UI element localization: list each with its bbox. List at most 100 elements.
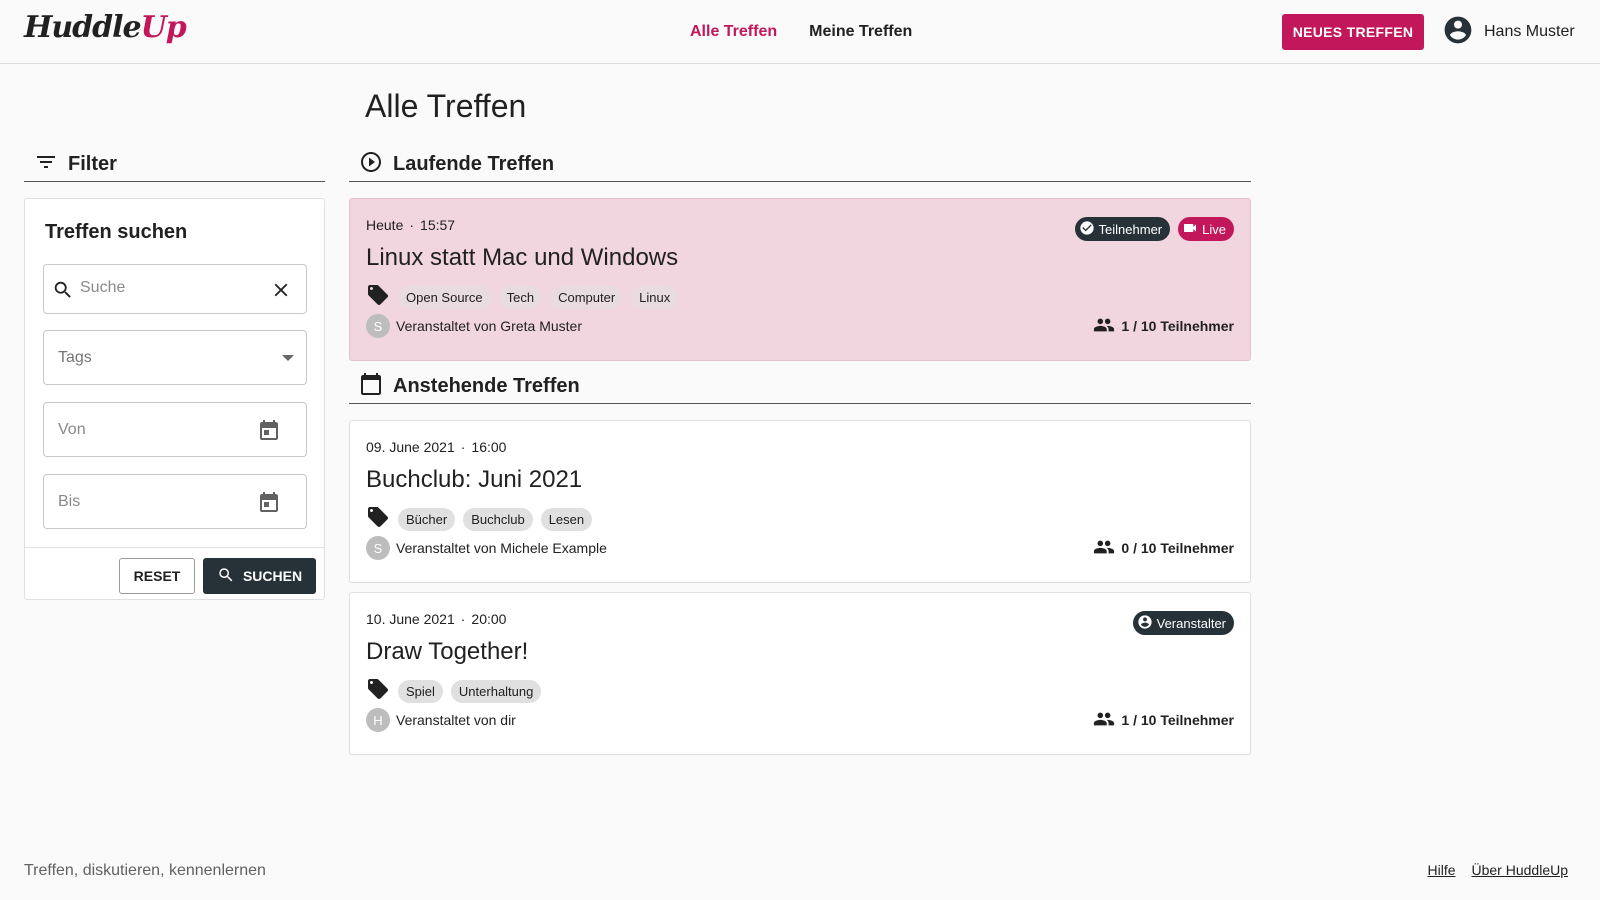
filter-card-title: Treffen suchen [45,221,188,243]
people-icon [1093,314,1115,339]
search-icon [217,566,235,587]
check-circle-icon [1079,220,1095,239]
participant-count: 1 / 10 Teilnehmer [1093,708,1234,732]
meeting-organizer: S Veranstaltet von Michele Example [366,536,607,560]
tag-chip[interactable]: Linux [631,286,679,309]
to-date-field[interactable] [43,474,307,529]
tags-placeholder: Tags [58,349,92,366]
main-nav: Alle Treffen Meine Treffen [690,0,912,64]
from-date-field[interactable] [43,402,307,457]
filter-list-icon [34,150,58,179]
logo-text-huddle: Huddle [24,10,142,45]
filter-actions: RESET SUCHEN [25,547,324,599]
participant-count-text: 0 / 10 Teilnehmer [1121,540,1234,556]
tag-icon [366,283,390,312]
search-field[interactable] [43,264,307,314]
meeting-title: Draw Together! [366,638,529,665]
organizer-text: Veranstaltet von dir [396,712,516,728]
filter-heading-label: Filter [68,153,117,175]
meeting-time: 16:00 [471,439,507,455]
logo[interactable]: HuddleUp [24,10,187,45]
meeting-tags: Open Source Tech Computer Linux [366,283,679,312]
calendar-icon[interactable] [257,491,281,520]
meeting-datetime: 10. June 2021 · 20:00 [366,611,507,627]
running-meetings-heading: Laufende Treffen [349,148,1251,182]
organizer-text: Veranstaltet von Greta Muster [396,318,582,334]
close-icon[interactable] [270,279,292,306]
tag-icon [366,677,390,706]
app-header: HuddleUp Alle Treffen Meine Treffen NEUE… [0,0,1600,64]
running-meetings-label: Laufende Treffen [393,153,555,175]
live-badge: Live [1178,217,1234,241]
chevron-down-icon [282,355,294,361]
tag-chip[interactable]: Spiel [398,680,443,703]
tag-chip[interactable]: Buchclub [463,508,533,531]
meeting-card[interactable]: 09. June 2021 · 16:00 Buchclub: Juni 2021 … [349,420,1251,583]
reset-button[interactable]: RESET [119,558,195,594]
tag-chip[interactable]: Lesen [540,508,593,531]
meeting-card[interactable]: Heute · 15:57 Teilnehmer Live Linux statt … [349,198,1251,361]
participant-badge: Teilnehmer [1074,217,1171,241]
participant-count-text: 1 / 10 Teilnehmer [1121,712,1234,728]
meeting-badges: Teilnehmer Live [1074,217,1234,241]
upcoming-meetings-label: Anstehende Treffen [393,375,580,397]
logo-text-up: Up [140,10,187,45]
meeting-title: Buchclub: Juni 2021 [366,466,583,493]
meeting-organizer: H Veranstaltet von dir [366,708,516,732]
tag-chip[interactable]: Unterhaltung [450,680,542,703]
footer-links: Hilfe Über HuddleUp [1427,862,1568,878]
tag-chip[interactable]: Open Source [398,286,491,309]
user-menu[interactable]: Hans Muster [1442,15,1575,49]
account-circle-icon [1442,14,1474,51]
footer-tagline: Treffen, diskutieren, kennenlernen [24,862,266,879]
search-icon [52,279,74,306]
search-button[interactable]: SUCHEN [203,558,316,594]
meeting-organizer: S Veranstaltet von Greta Muster [366,314,582,338]
new-meeting-button[interactable]: NEUES TREFFEN [1282,14,1424,50]
footer-link-about[interactable]: Über HuddleUp [1472,862,1569,878]
tag-icon [366,505,390,534]
search-button-label: SUCHEN [242,568,303,584]
live-badge-label: Live [1202,221,1226,237]
search-input[interactable] [80,279,250,297]
footer-link-help[interactable]: Hilfe [1427,862,1455,878]
participant-count: 1 / 10 Teilnehmer [1093,314,1234,338]
meeting-date: 10. June 2021 [366,611,455,627]
meeting-datetime: Heute · 15:57 [366,217,456,233]
tag-chip[interactable]: Bücher [398,508,456,531]
tag-chip[interactable]: Tech [498,286,543,309]
meeting-card[interactable]: 10. June 2021 · 20:00 Veranstalter Draw To… [349,592,1251,755]
filter-card: Treffen suchen Tags RESET SUCHEN [24,198,325,600]
participant-count: 0 / 10 Teilnehmer [1093,536,1234,560]
page-title: Alle Treffen [365,88,527,124]
to-date-input[interactable] [58,493,238,511]
account-circle-icon [1137,614,1153,633]
calendar-icon [359,372,383,401]
filter-heading: Filter [24,148,325,182]
tag-chip[interactable]: Computer [550,286,624,309]
meeting-date: 09. June 2021 [366,439,455,455]
meeting-time: 20:00 [471,611,507,627]
from-date-input[interactable] [58,421,238,439]
people-icon [1093,708,1115,733]
meeting-date: Heute [366,217,404,233]
upcoming-meetings-heading: Anstehende Treffen [349,370,1251,404]
tags-select[interactable]: Tags [43,330,307,385]
organizer-badge: Veranstalter [1132,611,1234,635]
meeting-badges: Veranstalter [1132,611,1234,635]
calendar-icon[interactable] [257,419,281,448]
meeting-tags: Spiel Unterhaltung [366,677,542,706]
nav-alle-treffen[interactable]: Alle Treffen [690,23,777,41]
avatar: S [366,314,390,338]
avatar: S [366,536,390,560]
people-icon [1093,536,1115,561]
videocam-icon [1182,220,1198,239]
avatar: H [366,708,390,732]
organizer-badge-label: Veranstalter [1156,615,1226,631]
meeting-tags: Bücher Buchclub Lesen [366,505,593,534]
nav-meine-treffen[interactable]: Meine Treffen [809,23,912,41]
user-name: Hans Muster [1484,23,1575,40]
meeting-datetime: 09. June 2021 · 16:00 [366,439,507,455]
organizer-text: Veranstaltet von Michele Example [396,540,607,556]
meeting-title: Linux statt Mac und Windows [366,244,679,271]
